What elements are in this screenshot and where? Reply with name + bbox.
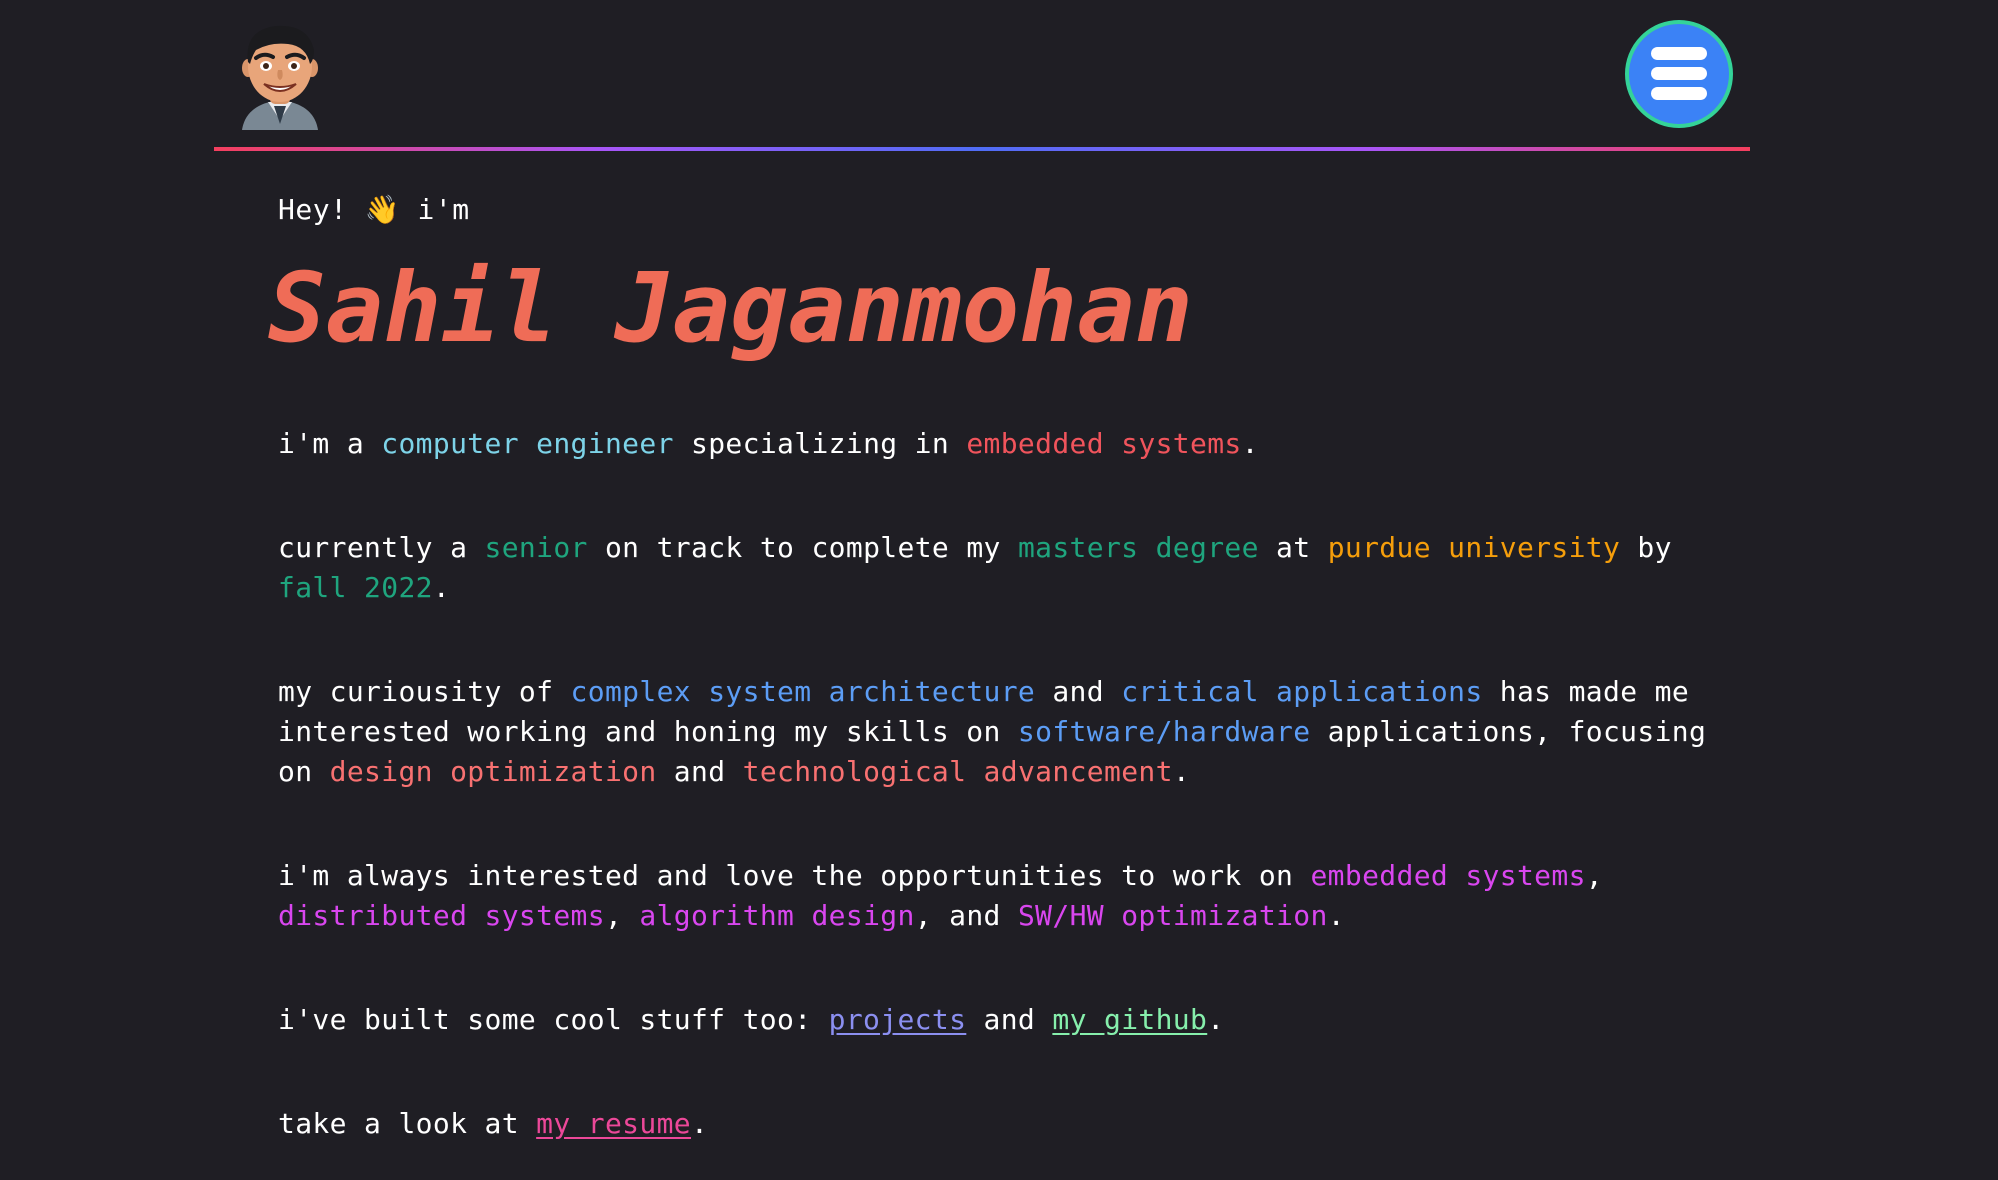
projects-link[interactable]: projects [829,1003,967,1036]
intro-paragraph-5: i've built some cool stuff too: projects… [278,1003,1225,1036]
avatar-icon[interactable] [236,20,324,130]
site-header [214,0,1750,152]
highlight-fall-2022: fall 2022 [278,571,433,604]
highlight-distributed-systems: distributed systems [278,899,605,932]
intro-paragraph-1: i'm a computer engineer specializing in … [278,427,1259,460]
highlight-complex-system-architecture: complex system architecture [570,675,1036,708]
intro-paragraph-3: my curiousity of complex system architec… [278,675,1707,788]
menu-button[interactable] [1625,20,1733,128]
highlight-purdue-university: purdue university [1327,531,1621,564]
resume-link[interactable]: my resume [536,1107,691,1140]
intro-paragraph-6: take a look at my resume. [278,1107,709,1140]
highlight-embedded-systems-2: embedded systems [1310,859,1586,892]
intro-section: Hey! 👋 i'm Sahil Jaganmohan i'm a comput… [268,190,1718,1140]
highlight-sw-hw-optimization: SW/HW optimization [1017,899,1328,932]
intro-paragraph-2: currently a senior on track to complete … [278,531,1672,604]
header-divider [214,147,1750,151]
highlight-masters-degree: masters degree [1017,531,1259,564]
greeting-text: Hey! 👋 i'm [278,193,470,226]
highlight-critical-applications: critical applications [1121,675,1483,708]
highlight-software-hardware: software/hardware [1017,715,1311,748]
github-link[interactable]: my github [1052,1003,1207,1036]
highlight-computer-engineer: computer engineer [381,427,674,460]
page-title: Sahil Jaganmohan [268,252,1193,364]
highlight-senior: senior [484,531,588,564]
highlight-technological-advancement: technological advancement [742,755,1173,788]
highlight-embedded-systems: embedded systems [966,427,1242,460]
highlight-algorithm-design: algorithm design [639,899,915,932]
intro-paragraph-4: i'm always interested and love the oppor… [278,859,1603,932]
highlight-design-optimization: design optimization [329,755,657,788]
hamburger-menu-icon [1651,47,1707,100]
